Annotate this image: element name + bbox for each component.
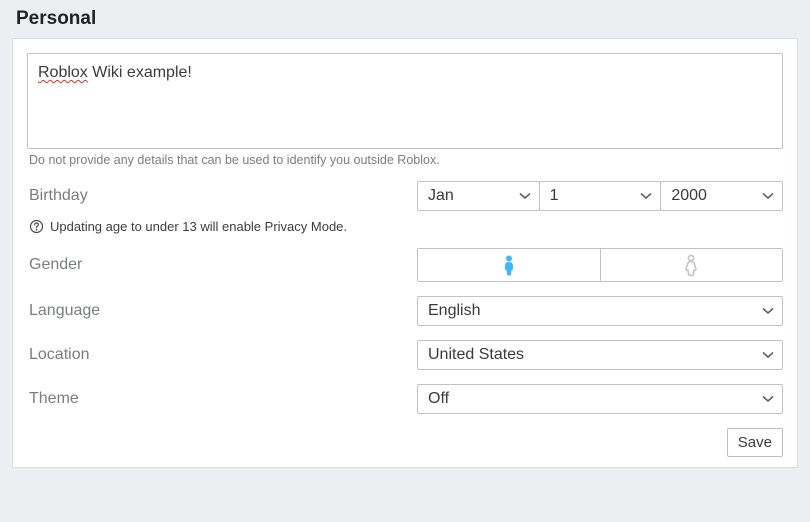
section-title: Personal — [16, 8, 810, 30]
birthday-row: Birthday Jan 1 2000 — [27, 181, 783, 211]
about-textarea[interactable]: Roblox Wiki example! — [27, 53, 783, 149]
language-label: Language — [27, 302, 417, 320]
location-label: Location — [27, 346, 417, 364]
about-rest: Wiki example! — [88, 64, 192, 81]
gender-female-button[interactable] — [600, 249, 783, 281]
chevron-down-icon — [762, 305, 774, 317]
female-icon — [682, 254, 700, 276]
chevron-down-icon — [762, 190, 774, 202]
chevron-down-icon — [519, 190, 531, 202]
gender-label: Gender — [27, 256, 417, 274]
help-icon — [29, 219, 44, 234]
theme-label: Theme — [27, 390, 417, 408]
about-helper-text: Do not provide any details that can be u… — [29, 153, 783, 167]
birthday-note-text: Updating age to under 13 will enable Pri… — [50, 219, 347, 234]
chevron-down-icon — [762, 349, 774, 361]
location-value: United States — [428, 346, 524, 364]
personal-settings-card: Roblox Wiki example! Do not provide any … — [12, 38, 798, 468]
language-value: English — [428, 302, 480, 320]
gender-male-button[interactable] — [418, 249, 600, 281]
gender-toggle-group — [417, 248, 783, 282]
male-icon — [500, 254, 518, 276]
gender-row: Gender — [27, 248, 783, 282]
language-select[interactable]: English — [417, 296, 783, 326]
birthday-month-value: Jan — [428, 187, 454, 205]
chevron-down-icon — [762, 393, 774, 405]
about-spell-word: Roblox — [38, 64, 88, 81]
birthday-year-value: 2000 — [671, 187, 707, 205]
birthday-label: Birthday — [27, 187, 417, 205]
location-select[interactable]: United States — [417, 340, 783, 370]
birthday-day-select[interactable]: 1 — [539, 181, 662, 211]
chevron-down-icon — [640, 190, 652, 202]
theme-value: Off — [428, 390, 449, 408]
birthday-year-select[interactable]: 2000 — [660, 181, 783, 211]
birthday-month-select[interactable]: Jan — [417, 181, 540, 211]
language-row: Language English — [27, 296, 783, 326]
location-row: Location United States — [27, 340, 783, 370]
theme-select[interactable]: Off — [417, 384, 783, 414]
birthday-day-value: 1 — [550, 187, 559, 205]
save-button[interactable]: Save — [727, 428, 783, 457]
theme-row: Theme Off — [27, 384, 783, 414]
birthday-note-row: Updating age to under 13 will enable Pri… — [29, 219, 783, 234]
